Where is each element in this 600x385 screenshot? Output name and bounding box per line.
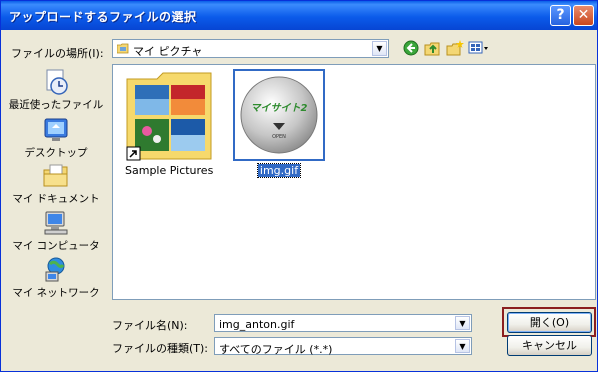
file-name-label: img.gif [256,163,302,178]
cancel-button[interactable]: キャンセル [507,335,592,356]
new-folder-icon[interactable] [446,39,464,57]
help-button[interactable]: ? [550,5,571,26]
my-network-icon [45,257,65,282]
open-button[interactable]: 開く(O) [507,312,592,333]
file-type-dropdown[interactable]: すべてのファイル (*.*) ▼ [214,337,472,356]
desktop-icon [44,118,68,141]
place-my-network[interactable]: マイ ネットワーク [8,256,104,300]
window-title: アップロードするファイルの選択 [9,10,197,24]
chevron-down-icon[interactable]: ▼ [455,339,470,353]
look-in-label: ファイルの場所(I): [11,47,104,60]
file-type-value: すべてのファイル (*.*) [219,343,333,356]
file-type-field-label: ファイルの種類(T): [112,342,209,355]
place-my-computer[interactable]: マイ コンピュータ [8,209,104,253]
place-recent[interactable]: 最近使ったファイル [8,68,104,112]
close-button[interactable]: ✕ [573,5,594,26]
file-item-sample-pictures[interactable]: Sample Pictures [123,69,215,177]
thumbnail-subtitle: OPEN [272,134,286,140]
my-documents-icon [43,164,68,187]
place-my-documents-label: マイ ドキュメント [12,193,100,205]
file-name-label: Sample Pictures [125,164,214,177]
file-item-img-gif[interactable]: マイサイト2 OPEN img.gif [233,69,325,178]
chevron-down-icon[interactable]: ▼ [372,41,387,56]
place-my-network-label: マイ ネットワーク [12,287,100,299]
recent-documents-icon [46,69,68,95]
place-my-documents[interactable]: マイ ドキュメント [8,162,104,206]
up-folder-icon[interactable] [424,39,442,57]
place-recent-label: 最近使ったファイル [8,99,104,111]
shortcut-folder-icon [126,72,212,161]
place-my-computer-label: マイ コンピュータ [12,240,100,252]
look-in-value: マイ ピクチャ [133,45,203,58]
look-in-dropdown[interactable]: マイ ピクチャ ▼ [112,39,389,58]
folder-thumbnail [123,69,215,161]
my-computer-icon [44,211,68,235]
chevron-down-icon[interactable]: ▼ [455,316,470,330]
file-name-field[interactable]: img_anton.gif ▼ [214,314,472,332]
file-list[interactable]: Sample Pictures マイサイト2 OPEN img.gif [112,64,596,300]
file-name-value: img_anton.gif [219,318,295,331]
places-bar: 最近使ったファイル デスクトップ マイ ドキュメント マイ コンピュータ マイ … [8,64,104,365]
place-desktop[interactable]: デスクトップ [8,116,104,160]
place-desktop-label: デスクトップ [24,147,88,159]
file-name-field-label: ファイル名(N): [112,319,188,332]
file-open-dialog: アップロードするファイルの選択 ? ✕ ファイルの場所(I): マイ ピクチャ … [0,0,598,372]
views-menu-icon[interactable] [468,39,490,57]
title-bar[interactable]: アップロードするファイルの選択 ? ✕ [1,1,597,30]
image-thumbnail: マイサイト2 OPEN [233,69,325,161]
back-icon[interactable] [402,39,420,57]
thumbnail-title: マイサイト2 [251,102,308,114]
pictures-folder-icon [117,43,129,54]
